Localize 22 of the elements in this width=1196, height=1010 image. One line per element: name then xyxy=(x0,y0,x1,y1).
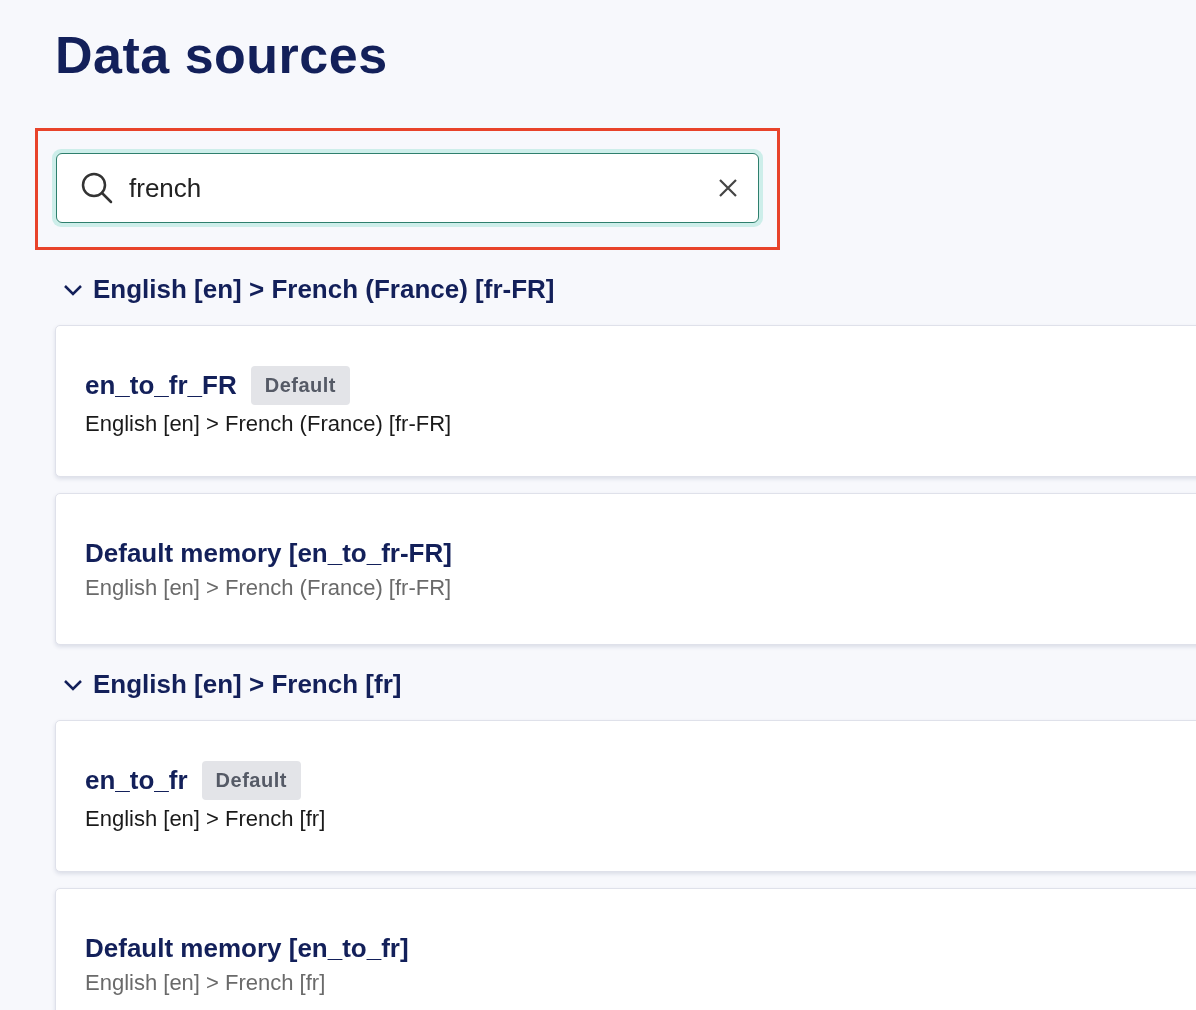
group-header[interactable]: English [en] > French (France) [fr-FR] xyxy=(63,274,1196,305)
language-pair: English [en] > French [fr] xyxy=(85,805,327,832)
data-source-card[interactable]: en_to_fr Default English [en] > French [fr] xyxy=(55,720,1196,872)
data-source-card[interactable]: en_to_fr_FR Default English [en] > French (France) [fr-FR] xyxy=(55,325,1196,477)
group-header[interactable]: English [en] > French [fr] xyxy=(63,669,1196,700)
language-pair: English [en] > French (France) [fr-FR] xyxy=(85,574,453,601)
group-title: English [en] > French [fr] xyxy=(93,669,402,700)
group-title: English [en] > French (France) [fr-FR] xyxy=(93,274,555,305)
language-pair: English [en] > French (France) [fr-FR] xyxy=(85,410,453,437)
source-name: Default memory [en_to_fr-FR] xyxy=(85,537,452,569)
source-name: Default memory [en_to_fr] xyxy=(85,932,409,964)
clear-button[interactable] xyxy=(717,177,739,199)
search-field[interactable]: french xyxy=(56,153,759,223)
search-icon xyxy=(80,171,114,205)
source-name: en_to_fr xyxy=(85,764,188,796)
page-title: Data sources xyxy=(55,25,389,86)
default-badge: Default xyxy=(250,365,350,405)
default-badge: Default xyxy=(201,760,301,800)
data-source-card[interactable]: Default memory [en_to_fr] English [en] > French [fr] xyxy=(55,888,1196,1010)
source-name: en_to_fr_FR xyxy=(85,369,237,401)
language-pair: English [en] > French [fr] xyxy=(85,969,327,996)
data-source-card[interactable]: Default memory [en_to_fr-FR] English [en] > French (France) [fr-FR] xyxy=(55,493,1196,645)
